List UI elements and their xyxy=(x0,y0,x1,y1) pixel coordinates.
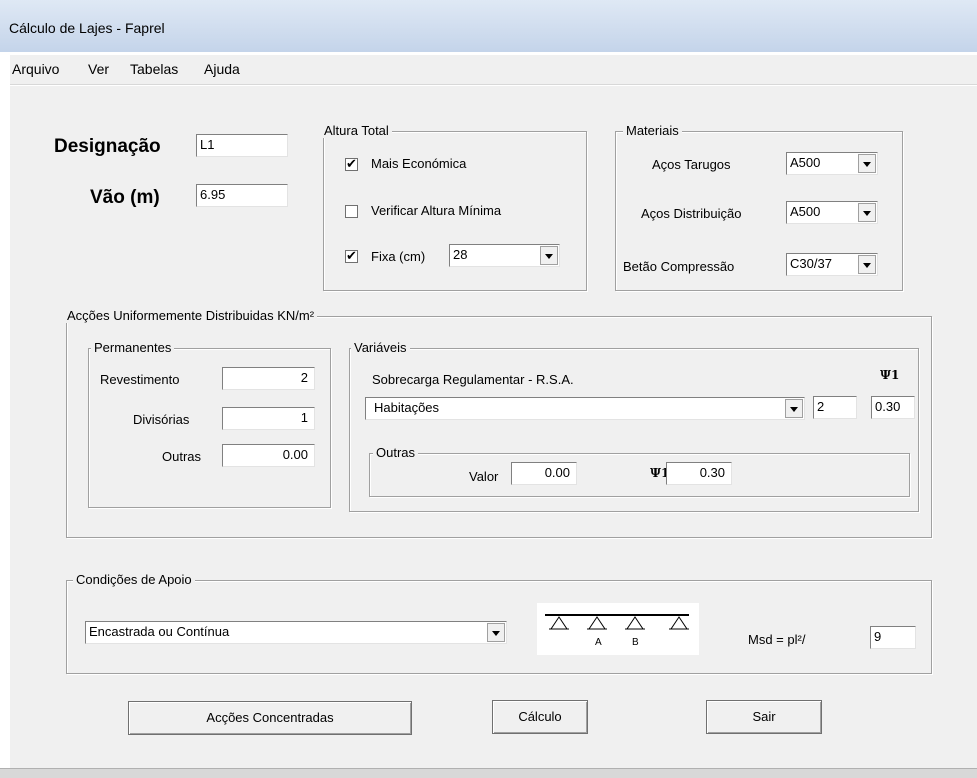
designacao-label: Designação xyxy=(54,136,161,157)
acos-tarugos-value: A500 xyxy=(790,155,821,170)
outras-variaveis-group: Outras xyxy=(369,445,910,497)
vao-input[interactable]: 6.95 xyxy=(196,184,288,207)
permanentes-legend: Permanentes xyxy=(91,340,175,355)
outras-variaveis-legend: Outras xyxy=(373,445,419,460)
sobrecarga-select[interactable]: Habitações xyxy=(365,397,805,420)
mais-economica-label: Mais Económica xyxy=(371,156,467,171)
accoes-concentradas-button[interactable]: Acções Concentradas xyxy=(128,701,412,735)
betao-compressao-label: Betão Compressão xyxy=(623,259,735,274)
outras-valor-input[interactable]: 0.00 xyxy=(511,462,577,485)
sobrecarga-label: Sobrecarga Regulamentar - R.S.A. xyxy=(372,372,574,387)
chevron-down-icon[interactable] xyxy=(858,154,876,173)
mais-economica-checkbox[interactable] xyxy=(345,155,358,173)
menu-tabelas[interactable]: Tabelas xyxy=(130,61,178,77)
materiais-legend: Materiais xyxy=(623,123,682,138)
psi-label: Ψ1 xyxy=(880,368,900,382)
designacao-input[interactable]: L1 xyxy=(196,134,288,157)
menu-bar: Arquivo Ver Tabelas Ajuda xyxy=(10,55,977,85)
calculo-button[interactable]: Cálculo xyxy=(492,700,588,734)
acos-tarugos-label: Aços Tarugos xyxy=(652,157,731,172)
chevron-down-icon[interactable] xyxy=(540,246,558,265)
fixa-select-value: 28 xyxy=(453,247,468,262)
vao-label: Vão (m) xyxy=(90,187,160,208)
altura-total-legend: Altura Total xyxy=(321,123,392,138)
support-label-b: B xyxy=(632,637,639,648)
msd-label: Msd = pl²/ xyxy=(748,632,806,647)
window-title: Cálculo de Lajes - Faprel xyxy=(9,20,165,36)
apoio-value: Encastrada ou Contínua xyxy=(89,624,230,639)
apoio-legend: Condições de Apoio xyxy=(73,572,195,587)
support-label-a: A xyxy=(595,637,602,648)
acos-distribuicao-select[interactable]: A500 xyxy=(786,201,878,224)
support-diagram: A B xyxy=(537,603,699,655)
verificar-altura-checkbox[interactable] xyxy=(345,205,358,218)
status-bar xyxy=(0,768,977,778)
betao-compressao-value: C30/37 xyxy=(790,256,832,271)
revestimento-input[interactable]: 2 xyxy=(222,367,315,390)
outras-psi-input[interactable]: 0.30 xyxy=(666,462,732,485)
chevron-down-icon[interactable] xyxy=(487,623,505,642)
chevron-down-icon[interactable] xyxy=(858,203,876,222)
fixa-select[interactable]: 28 xyxy=(449,244,560,267)
accoes-legend: Acções Uniformemente Distribuidas KN/m² xyxy=(64,308,318,323)
apoio-select[interactable]: Encastrada ou Contínua xyxy=(85,621,507,644)
sobrecarga-psi-input[interactable]: 0.30 xyxy=(871,396,915,419)
sobrecarga-valor-input[interactable]: 2 xyxy=(813,396,857,419)
title-bar: Cálculo de Lajes - Faprel xyxy=(0,0,977,52)
acos-distribuicao-value: A500 xyxy=(790,204,821,219)
outras-permanentes-label: Outras xyxy=(162,449,202,464)
chevron-down-icon[interactable] xyxy=(785,399,803,418)
menu-ajuda[interactable]: Ajuda xyxy=(204,61,240,77)
variaveis-legend: Variáveis xyxy=(351,340,410,355)
chevron-down-icon[interactable] xyxy=(858,255,876,274)
acos-tarugos-select[interactable]: A500 xyxy=(786,152,878,175)
sobrecarga-value: Habitações xyxy=(374,400,440,415)
revestimento-label: Revestimento xyxy=(100,372,180,387)
divisorias-label: Divisórias xyxy=(133,412,190,427)
beam-diagram-icon: A B xyxy=(545,614,689,648)
fixa-checkbox[interactable] xyxy=(345,247,358,265)
verificar-altura-label: Verificar Altura Mínima xyxy=(371,203,502,218)
betao-compressao-select[interactable]: C30/37 xyxy=(786,253,878,276)
sair-button[interactable]: Sair xyxy=(706,700,822,734)
valor-label: Valor xyxy=(469,469,499,484)
acos-distribuicao-label: Aços Distribuição xyxy=(641,206,742,221)
menu-arquivo[interactable]: Arquivo xyxy=(12,61,59,77)
msd-input[interactable]: 9 xyxy=(870,626,916,649)
outras-permanentes-input[interactable]: 0.00 xyxy=(222,444,315,467)
fixa-label: Fixa (cm) xyxy=(371,249,426,264)
divisorias-input[interactable]: 1 xyxy=(222,407,315,430)
menu-ver[interactable]: Ver xyxy=(88,61,109,77)
